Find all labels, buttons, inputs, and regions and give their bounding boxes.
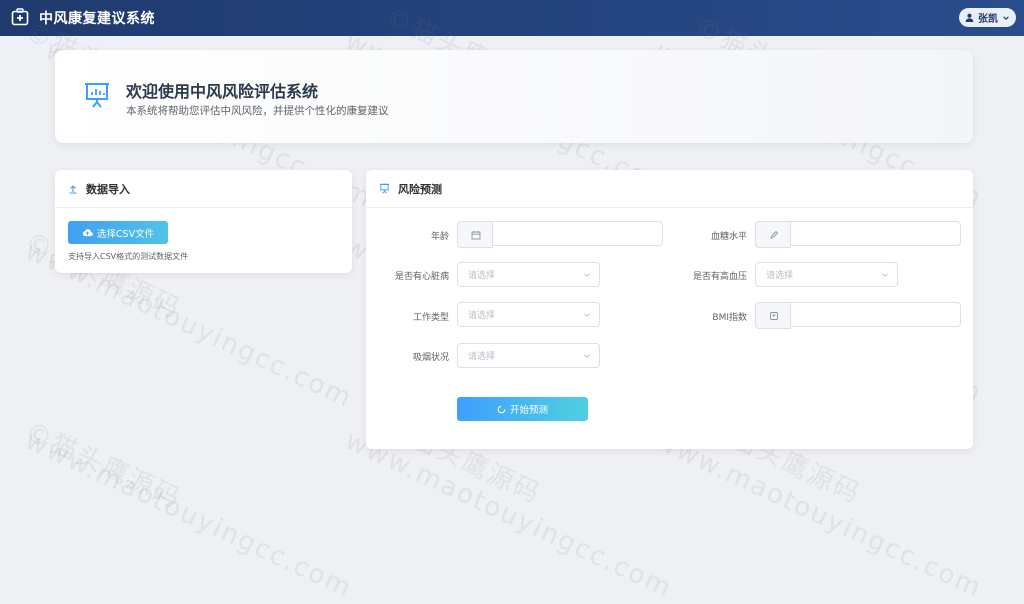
select-csv-button[interactable]: 选择CSV文件 <box>68 221 168 244</box>
hypertension-select[interactable]: 请选择 <box>755 262 898 287</box>
bmi-label: BMI指数 <box>712 313 747 323</box>
card-header: 数据导入 <box>55 170 352 208</box>
welcome-subtitle: 本系统将帮助您评估中风风险，并提供个性化的康复建议 <box>126 105 389 117</box>
glucose-prefix <box>755 221 791 248</box>
smoking-select[interactable]: 请选择 <box>457 343 600 368</box>
work-type-label: 工作类型 <box>412 313 449 323</box>
loading-icon <box>497 405 506 413</box>
bmi-input[interactable] <box>790 302 961 327</box>
watermark-url: www.maotouyingcc.com <box>650 425 988 604</box>
glucose-input[interactable] <box>790 221 961 246</box>
watermark-url: www.maotouyingcc.com <box>20 425 358 604</box>
select-placeholder: 请选择 <box>766 271 794 281</box>
card-header: 风险预测 <box>366 170 973 208</box>
scale-icon <box>769 311 778 320</box>
start-prediction-button[interactable]: 开始预测 <box>457 397 588 421</box>
chevron-down-icon <box>1003 15 1009 20</box>
medical-kit-icon <box>11 8 29 26</box>
age-input[interactable] <box>492 221 663 246</box>
pen-icon <box>769 230 778 239</box>
select-csv-label: 选择CSV文件 <box>96 228 155 240</box>
chevron-down-icon <box>584 313 590 317</box>
user-name: 张凯 <box>978 14 998 25</box>
card-title: 数据导入 <box>86 182 130 196</box>
presentation-chart-icon <box>85 83 109 108</box>
age-prefix <box>457 221 493 248</box>
user-menu[interactable]: 张凯 <box>959 8 1016 27</box>
top-navbar: 中风康复建议系统 张凯 <box>0 0 1024 36</box>
age-label: 年龄 <box>430 232 449 242</box>
watermark-url: www.maotouyingcc.com <box>340 425 678 604</box>
bmi-prefix <box>755 302 791 329</box>
presentation-icon <box>379 183 390 194</box>
heart-disease-label: 是否有心脏病 <box>394 272 449 282</box>
calendar-icon <box>471 230 480 239</box>
user-icon <box>965 13 974 22</box>
risk-prediction-card: 风险预测 年龄 血糖水平 是否有心脏病 请选择 是否有高血压 请选择 工作类型 … <box>366 170 973 449</box>
upload-icon <box>69 184 77 194</box>
chevron-down-icon <box>584 354 590 358</box>
watermark-brand: ©猫头鹰源码 <box>20 416 186 515</box>
card-title: 风险预测 <box>398 182 442 196</box>
select-placeholder: 请选择 <box>468 271 496 281</box>
welcome-title: 欢迎使用中风风险评估系统 <box>126 82 319 101</box>
welcome-banner: 欢迎使用中风风险评估系统 本系统将帮助您评估中风风险，并提供个性化的康复建议 <box>55 50 973 143</box>
start-prediction-label: 开始预测 <box>509 405 548 416</box>
select-placeholder: 请选择 <box>468 352 496 362</box>
work-type-select[interactable]: 请选择 <box>457 302 600 327</box>
chevron-down-icon <box>584 273 590 277</box>
heart-disease-select[interactable]: 请选择 <box>457 262 600 287</box>
glucose-label: 血糖水平 <box>710 232 747 242</box>
data-import-card: 数据导入 选择CSV文件 支持导入CSV格式的测试数据文件 <box>55 170 352 273</box>
smoking-label: 吸烟状况 <box>412 353 449 363</box>
app-title: 中风康复建议系统 <box>39 11 155 27</box>
select-placeholder: 请选择 <box>468 311 496 321</box>
cloud-upload-icon <box>82 229 93 237</box>
import-hint: 支持导入CSV格式的测试数据文件 <box>68 252 189 261</box>
chevron-down-icon <box>882 273 888 277</box>
hypertension-label: 是否有高血压 <box>692 272 747 282</box>
